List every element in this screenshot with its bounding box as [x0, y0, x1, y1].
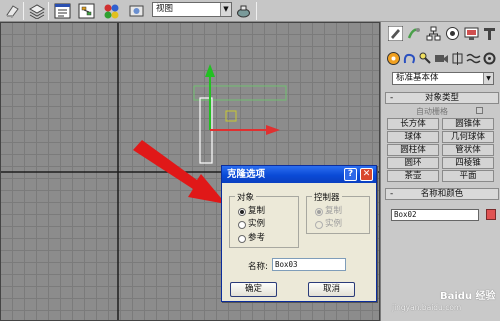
- object-group: 对象 复制 实例 参考: [229, 191, 299, 248]
- sphere-button[interactable]: 球体: [387, 131, 439, 143]
- autogrid-checkbox[interactable]: [476, 107, 483, 114]
- collapse-sign: -: [390, 93, 394, 103]
- select-object-icon[interactable]: [4, 3, 21, 19]
- controller-group-label: 控制器: [312, 191, 342, 203]
- ok-button[interactable]: 确定: [230, 282, 277, 297]
- baidu-logo: Baidu 经验: [440, 291, 496, 302]
- geosphere-button[interactable]: 几何球体: [442, 131, 494, 143]
- gizmo-x-arrow-icon: [266, 125, 280, 135]
- space-warps-icon[interactable]: [466, 51, 481, 66]
- clone-options-dialog: 克隆选项 ? ✕ 对象 复制 实例 参考 控制器 复制 实例 名称: Box03…: [221, 165, 377, 302]
- object-name-field[interactable]: Box02: [391, 209, 479, 221]
- object-type-rollout-title: 对象类型: [424, 93, 459, 103]
- cameras-icon[interactable]: [434, 51, 449, 66]
- material-editor-icon[interactable]: [103, 3, 120, 19]
- gizmo-y-arrow-icon: [205, 64, 215, 77]
- command-panel: 标准基本体 ▼ - 对象类型 自动栅格 长方体 圆锥体 球体 几何球体 圆柱体 …: [380, 22, 500, 321]
- view-dropdown-arrow-icon[interactable]: ▼: [220, 3, 231, 16]
- view-dropdown-value: 视图: [156, 4, 174, 14]
- geometry-icon[interactable]: [386, 51, 401, 66]
- object-type-rollout[interactable]: - 对象类型: [385, 92, 499, 104]
- create-tab-icon[interactable]: [387, 25, 404, 42]
- cylinder-button[interactable]: 圆柱体: [387, 144, 439, 156]
- main-toolbar: 视图 ▼: [0, 0, 500, 22]
- teapot-button[interactable]: 茶壶: [387, 170, 439, 182]
- radio-object-instance[interactable]: 实例: [238, 219, 265, 229]
- object-color-swatch[interactable]: [486, 209, 496, 220]
- close-icon[interactable]: ✕: [360, 168, 373, 181]
- hierarchy-tab-icon[interactable]: [426, 26, 441, 41]
- radio-controller-instance: 实例: [315, 219, 342, 229]
- gizmo-plane-handle: [225, 110, 237, 122]
- systems-icon[interactable]: [482, 51, 497, 66]
- object-group-label: 对象: [235, 191, 257, 203]
- autogrid-label: 自动栅格: [416, 107, 448, 116]
- primitive-type-value: 标准基本体: [396, 73, 439, 83]
- modify-tab-icon[interactable]: [406, 26, 421, 41]
- utilities-tab-icon[interactable]: [482, 26, 497, 41]
- clone-name-input[interactable]: Box03: [272, 258, 346, 271]
- cone-button[interactable]: 圆锥体: [442, 118, 494, 130]
- schematic-view-icon[interactable]: [78, 3, 95, 19]
- name-color-rollout-title: 名称和颜色: [420, 189, 464, 199]
- controller-group: 控制器 复制 实例: [306, 191, 370, 234]
- motion-tab-icon[interactable]: [445, 26, 460, 41]
- tube-button[interactable]: 管状体: [442, 144, 494, 156]
- primitive-type-dropdown[interactable]: 标准基本体 ▼: [392, 72, 494, 85]
- quick-render-icon[interactable]: [235, 3, 252, 19]
- view-dropdown[interactable]: 视图 ▼: [152, 2, 232, 17]
- shapes-icon[interactable]: [402, 51, 417, 66]
- name-color-rollout[interactable]: - 名称和颜色: [385, 188, 499, 200]
- radio-object-copy[interactable]: 复制: [238, 206, 265, 216]
- curve-editor-icon[interactable]: [54, 3, 71, 19]
- radio-controller-copy: 复制: [315, 206, 342, 216]
- torus-button[interactable]: 圆环: [387, 157, 439, 169]
- help-button[interactable]: ?: [344, 168, 357, 181]
- lights-icon[interactable]: [418, 51, 433, 66]
- display-tab-icon[interactable]: [464, 26, 479, 41]
- layers-icon[interactable]: [28, 3, 46, 20]
- pyramid-button[interactable]: 四棱锥: [442, 157, 494, 169]
- box-button[interactable]: 长方体: [387, 118, 439, 130]
- name-label: 名称:: [248, 262, 268, 272]
- radio-object-reference[interactable]: 参考: [238, 233, 265, 243]
- chevron-down-icon[interactable]: ▼: [483, 73, 493, 84]
- collapse-sign: -: [390, 189, 394, 199]
- plane-button[interactable]: 平面: [442, 170, 494, 182]
- watermark-url: jingyan.baidu.com: [392, 303, 462, 312]
- render-setup-icon[interactable]: [128, 3, 145, 19]
- dialog-title: 克隆选项: [227, 169, 266, 180]
- helpers-icon[interactable]: [450, 51, 465, 66]
- cancel-button[interactable]: 取消: [308, 282, 355, 297]
